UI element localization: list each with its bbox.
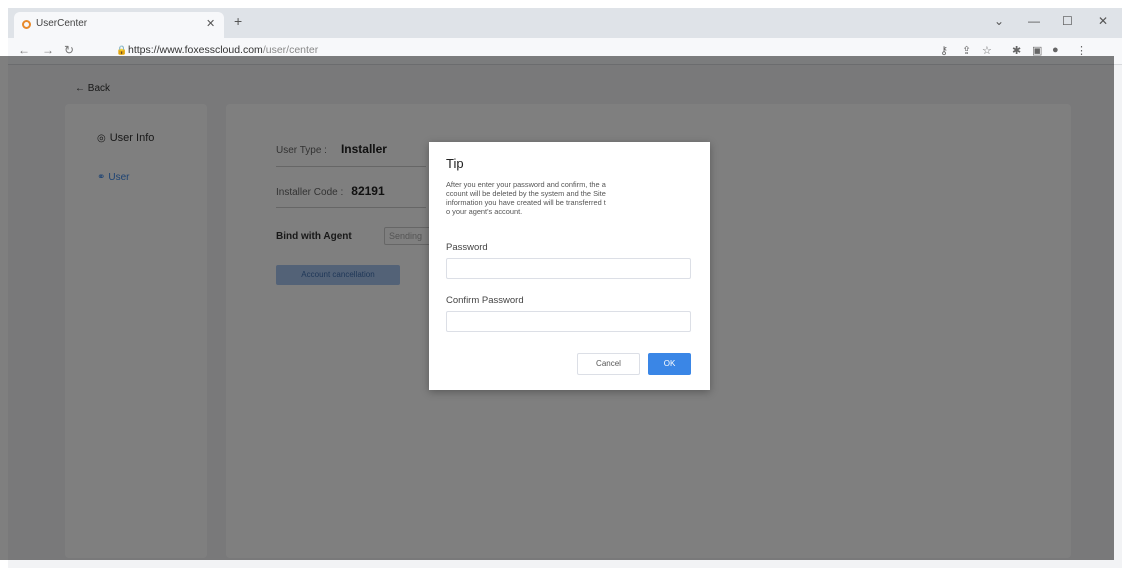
- close-window-icon[interactable]: ✕: [1098, 14, 1108, 28]
- reload-icon[interactable]: ↻: [64, 43, 74, 57]
- tab-search-icon[interactable]: ⌄: [994, 14, 1004, 28]
- dialog-message: After you enter your password and confir…: [446, 180, 606, 216]
- url-host: https://www.foxesscloud.com: [128, 44, 263, 56]
- close-tab-icon[interactable]: ✕: [206, 17, 215, 30]
- tip-dialog: Tip After you enter your password and co…: [429, 142, 710, 390]
- favicon-icon: [22, 20, 31, 29]
- tab-title: UserCenter: [36, 18, 88, 29]
- profile-icon[interactable]: ●: [1052, 44, 1059, 56]
- tab-bar: UserCenter ✕ + ⌄ — ☐ ✕: [8, 8, 1122, 38]
- maximize-icon[interactable]: ☐: [1062, 14, 1073, 28]
- new-tab-icon[interactable]: +: [234, 13, 242, 29]
- confirm-password-field[interactable]: [446, 311, 691, 332]
- forward-arrow-icon[interactable]: →: [42, 43, 54, 57]
- minimize-icon[interactable]: —: [1028, 14, 1040, 28]
- url-path: /user/center: [262, 44, 319, 56]
- browser-tab[interactable]: UserCenter ✕: [14, 12, 224, 38]
- confirm-password-label: Confirm Password: [446, 295, 524, 306]
- dialog-title: Tip: [446, 156, 464, 171]
- cancel-button[interactable]: Cancel: [577, 353, 640, 375]
- url-field[interactable]: https://www.foxesscloud.com/user/center: [128, 44, 318, 56]
- password-field[interactable]: [446, 258, 691, 279]
- lock-icon[interactable]: 🔒: [116, 45, 127, 56]
- back-arrow-icon[interactable]: ←: [18, 43, 30, 57]
- ok-button[interactable]: OK: [648, 353, 691, 375]
- password-label: Password: [446, 242, 488, 253]
